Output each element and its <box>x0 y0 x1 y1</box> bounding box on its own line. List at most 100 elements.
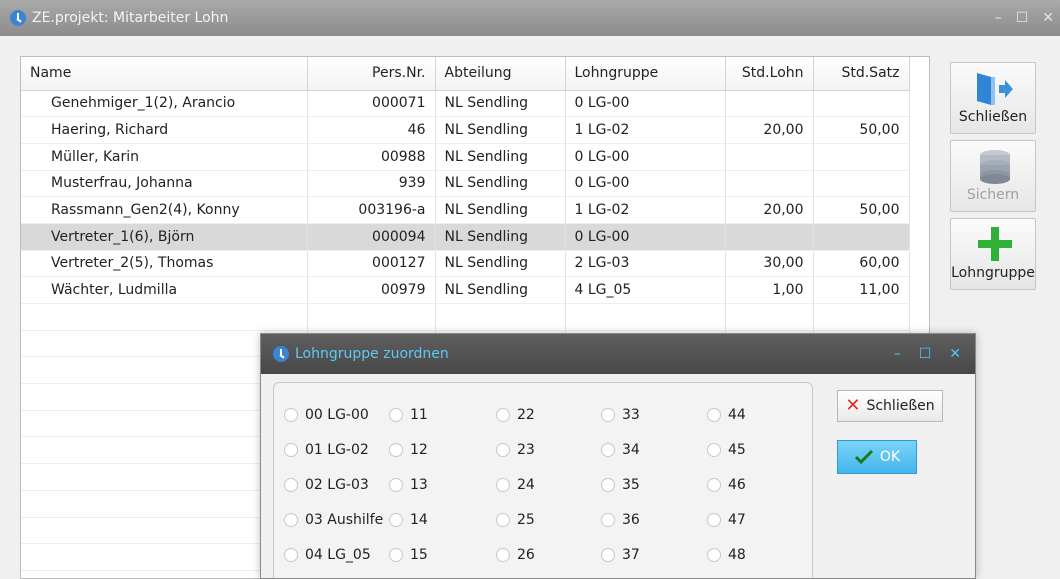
lohngruppe-radio-option[interactable]: 04 LG_05 <box>284 547 371 563</box>
maximize-button[interactable]: ☐ <box>1016 10 1029 26</box>
lohngruppe-radio-option[interactable]: 14 <box>389 512 428 528</box>
cell-persnr: 00979 <box>307 276 436 304</box>
radio-circle-icon[interactable] <box>601 443 615 457</box>
save-side-button[interactable]: Sichern <box>950 140 1036 212</box>
lohngruppe-radio-option[interactable]: 01 LG-02 <box>284 442 369 458</box>
radio-circle-icon[interactable] <box>707 548 721 562</box>
lohngruppe-dialog: Lohngruppe zuordnen – ☐ ✕ 00 LG-00 01 LG-… <box>260 333 976 579</box>
lohngruppe-radio-option[interactable]: 23 <box>496 442 535 458</box>
table-row[interactable]: Vertreter_1(6), Björn 000094 NL Sendling 0 … <box>21 223 910 251</box>
dialog-title-bar[interactable]: Lohngruppe zuordnen – ☐ ✕ <box>261 334 975 374</box>
cell-stdsatz: 11,00 <box>813 276 910 304</box>
radio-circle-icon[interactable] <box>496 408 510 422</box>
lohngruppe-radio-option[interactable]: 12 <box>389 442 428 458</box>
lohngruppe-radio-option[interactable]: 44 <box>707 407 746 423</box>
lohngruppe-radio-option[interactable]: 02 LG-03 <box>284 477 369 493</box>
empty-cell <box>565 303 726 331</box>
table-row[interactable]: Rassmann_Gen2(4), Konny 003196-a NL Sendli… <box>21 196 910 224</box>
cell-abteilung: NL Sendling <box>435 170 566 198</box>
column-header-abteilung[interactable]: Abteilung <box>435 57 566 91</box>
radio-circle-icon[interactable] <box>496 548 510 562</box>
column-header-name[interactable]: Name <box>21 57 308 91</box>
table-row[interactable]: Vertreter_2(5), Thomas 000127 NL Sendling 2… <box>21 250 910 278</box>
radio-circle-icon[interactable] <box>389 548 403 562</box>
cell-persnr: 003196-a <box>307 196 436 224</box>
radio-circle-icon[interactable] <box>707 513 721 527</box>
radio-option-label: 00 LG-00 <box>305 407 369 423</box>
lohngruppe-radio-option[interactable]: 26 <box>496 547 535 563</box>
radio-circle-icon[interactable] <box>601 513 615 527</box>
cell-stdsatz: 60,00 <box>813 250 910 278</box>
lohngruppe-radio-option[interactable]: 22 <box>496 407 535 423</box>
column-header-lohngruppe[interactable]: Lohngruppe <box>565 57 726 91</box>
dialog-maximize-button[interactable]: ☐ <box>919 346 932 362</box>
dialog-minimize-button[interactable]: – <box>894 346 901 362</box>
radio-circle-icon[interactable] <box>496 513 510 527</box>
lohngruppe-side-button[interactable]: Lohngruppe <box>950 218 1036 290</box>
radio-circle-icon[interactable] <box>707 408 721 422</box>
radio-circle-icon[interactable] <box>284 548 298 562</box>
lohngruppe-radio-option[interactable]: 48 <box>707 547 746 563</box>
lohngruppe-radio-option[interactable]: 33 <box>601 407 640 423</box>
table-row[interactable]: Wächter, Ludmilla 00979 NL Sendling 4 LG_05… <box>21 276 910 304</box>
cell-abteilung: NL Sendling <box>435 196 566 224</box>
cell-stdsatz: 50,00 <box>813 116 910 144</box>
radio-circle-icon[interactable] <box>496 443 510 457</box>
radio-circle-icon[interactable] <box>284 443 298 457</box>
table-row[interactable]: Musterfrau, Johanna 939 NL Sendling 0 LG-00 <box>21 170 910 198</box>
radio-circle-icon[interactable] <box>284 478 298 492</box>
radio-circle-icon[interactable] <box>389 443 403 457</box>
radio-circle-icon[interactable] <box>707 478 721 492</box>
cell-persnr: 00988 <box>307 143 436 171</box>
column-header-persnr[interactable]: Pers.Nr. <box>307 57 436 91</box>
minimize-button[interactable]: – <box>995 10 1002 26</box>
lohngruppe-radio-option[interactable]: 00 LG-00 <box>284 407 369 423</box>
lohngruppe-radio-option[interactable]: 24 <box>496 477 535 493</box>
radio-circle-icon[interactable] <box>707 443 721 457</box>
radio-circle-icon[interactable] <box>601 548 615 562</box>
window-close-button[interactable]: ✕ <box>1042 10 1054 26</box>
radio-circle-icon[interactable] <box>601 478 615 492</box>
lohngruppe-radio-option[interactable]: 03 Aushilfe <box>284 512 383 528</box>
cell-stdlohn <box>725 170 814 198</box>
cell-persnr: 46 <box>307 116 436 144</box>
empty-cell <box>21 303 308 331</box>
lohngruppe-radio-option[interactable]: 13 <box>389 477 428 493</box>
lohngruppe-radio-option[interactable]: 25 <box>496 512 535 528</box>
cell-lohngruppe: 1 LG-02 <box>565 116 726 144</box>
cell-persnr: 939 <box>307 170 436 198</box>
window-title-bar[interactable]: ZE.projekt: Mitarbeiter Lohn – ☐ ✕ <box>0 0 1060 36</box>
lohngruppe-radio-option[interactable]: 36 <box>601 512 640 528</box>
lohngruppe-radio-option[interactable]: 11 <box>389 407 428 423</box>
cell-stdsatz <box>813 223 910 251</box>
radio-circle-icon[interactable] <box>389 513 403 527</box>
cell-stdsatz <box>813 90 910 118</box>
lohngruppe-radio-option[interactable]: 37 <box>601 547 640 563</box>
close-side-button[interactable]: Schließen <box>950 62 1036 134</box>
radio-circle-icon[interactable] <box>284 513 298 527</box>
lohngruppe-radio-option[interactable]: 15 <box>389 547 428 563</box>
table-row[interactable]: Müller, Karin 00988 NL Sendling 0 LG-00 <box>21 143 910 171</box>
radio-circle-icon[interactable] <box>601 408 615 422</box>
column-header-stdlohn[interactable]: Std.Lohn <box>725 57 814 91</box>
radio-option-label: 24 <box>517 477 535 493</box>
lohngruppe-radio-option[interactable]: 35 <box>601 477 640 493</box>
database-icon <box>980 150 1010 184</box>
lohngruppe-radio-option[interactable]: 34 <box>601 442 640 458</box>
lohngruppe-radio-option[interactable]: 45 <box>707 442 746 458</box>
column-header-stdsatz[interactable]: Std.Satz <box>813 57 910 91</box>
lohngruppe-radio-option[interactable]: 46 <box>707 477 746 493</box>
table-row[interactable]: Haering, Richard 46 NL Sendling 1 LG-02 20,0… <box>21 116 910 144</box>
dialog-close-button[interactable]: ✕ <box>949 346 961 362</box>
radio-circle-icon[interactable] <box>389 408 403 422</box>
radio-option-label: 25 <box>517 512 535 528</box>
dialog-schliessen-button[interactable]: ✕ Schließen <box>837 390 943 422</box>
lohngruppe-radio-option[interactable]: 47 <box>707 512 746 528</box>
dialog-ok-button[interactable]: OK <box>837 440 917 474</box>
radio-option-label: 47 <box>728 512 746 528</box>
table-row[interactable]: Genehmiger_1(2), Arancio 000071 NL Sendlin… <box>21 90 910 118</box>
radio-circle-icon[interactable] <box>284 408 298 422</box>
radio-circle-icon[interactable] <box>389 478 403 492</box>
radio-circle-icon[interactable] <box>496 478 510 492</box>
radio-option-label: 46 <box>728 477 746 493</box>
